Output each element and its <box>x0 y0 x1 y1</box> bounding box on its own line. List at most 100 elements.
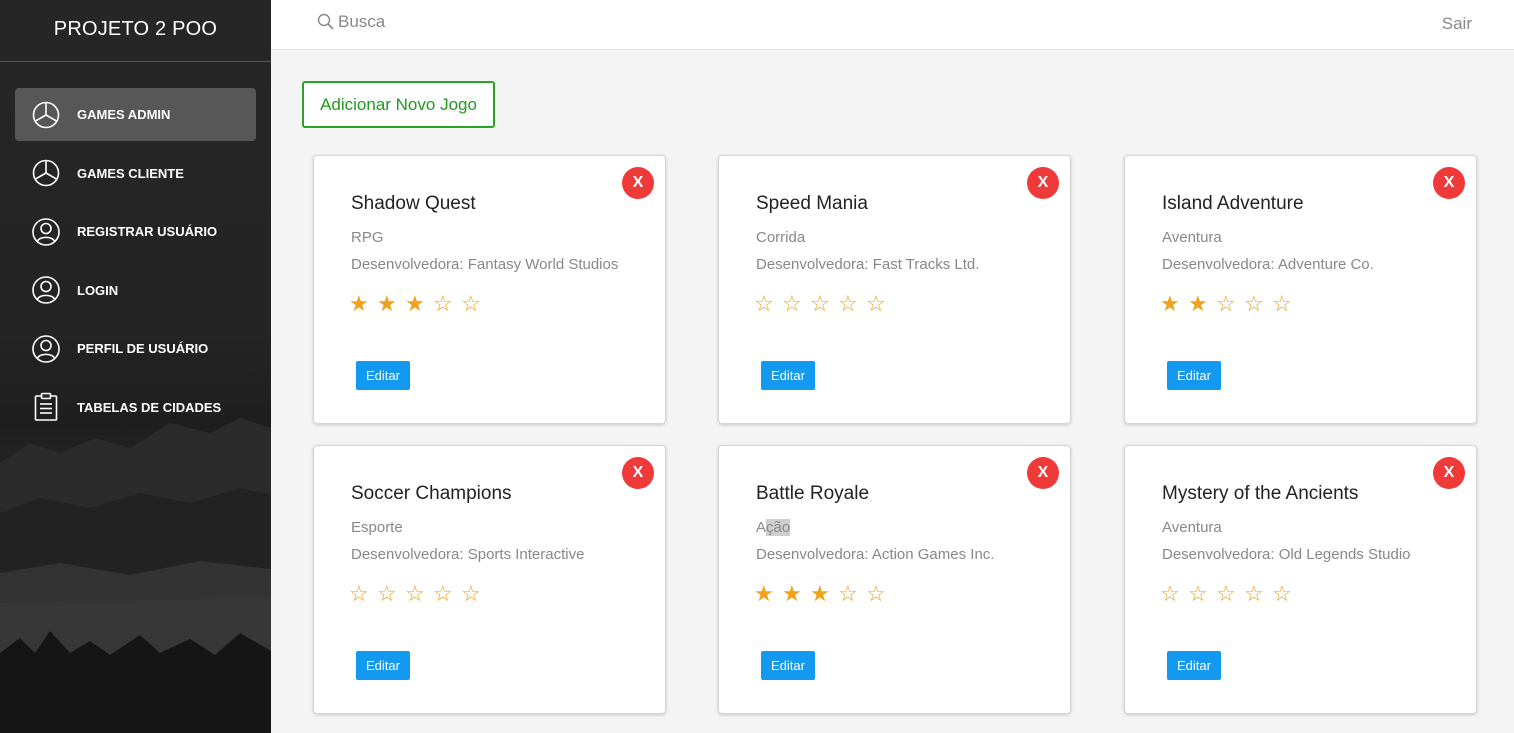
delete-game-button[interactable]: X <box>1433 457 1465 489</box>
star-empty-icon[interactable]: ☆ <box>433 291 461 317</box>
sidebar-item-login[interactable]: LOGIN <box>15 264 256 317</box>
mountain-background-image <box>0 418 271 733</box>
sidebar-item-perfil-usuario[interactable]: PERFIL DE USUÁRIO <box>15 322 256 375</box>
game-genre: Aventura <box>1162 519 1222 536</box>
top-bar: Sair <box>271 0 1514 50</box>
star-empty-icon[interactable]: ☆ <box>866 291 894 317</box>
star-empty-icon[interactable]: ☆ <box>1160 581 1188 607</box>
sidebar-item-games-admin[interactable]: GAMES ADMIN <box>15 88 256 141</box>
star-empty-icon[interactable]: ☆ <box>461 291 489 317</box>
sidebar-item-label: LOGIN <box>77 282 119 298</box>
game-title: Island Adventure <box>1162 193 1304 214</box>
game-developer: Desenvolvedora: Old Legends Studio <box>1162 546 1411 563</box>
star-empty-icon[interactable]: ☆ <box>1272 291 1300 317</box>
logout-link[interactable]: Sair <box>1442 14 1472 34</box>
star-empty-icon[interactable]: ☆ <box>1244 291 1272 317</box>
edit-game-button[interactable]: Editar <box>1167 651 1221 680</box>
star-empty-icon[interactable]: ☆ <box>754 291 782 317</box>
rating-stars: ★ ★ ☆ ☆ ☆ <box>1160 291 1300 317</box>
star-empty-icon[interactable]: ☆ <box>1216 581 1244 607</box>
game-developer: Desenvolvedora: Fast Tracks Ltd. <box>756 256 980 273</box>
selected-text: ção <box>766 519 791 536</box>
search-icon <box>317 13 334 30</box>
delete-game-button[interactable]: X <box>622 457 654 489</box>
pie-chart-icon <box>31 100 61 130</box>
delete-game-button[interactable]: X <box>1027 457 1059 489</box>
star-filled-icon[interactable]: ★ <box>377 291 405 317</box>
sidebar-item-tabelas-cidades[interactable]: TABELAS DE CIDADES <box>15 381 256 434</box>
rating-stars: ★ ★ ★ ☆ ☆ <box>754 581 894 607</box>
rating-stars: ★ ★ ★ ☆ ☆ <box>349 291 489 317</box>
game-title: Speed Mania <box>756 193 868 214</box>
edit-game-button[interactable]: Editar <box>356 361 410 390</box>
star-filled-icon[interactable]: ★ <box>754 581 782 607</box>
star-empty-icon[interactable]: ☆ <box>838 581 866 607</box>
sidebar-item-registrar-usuario[interactable]: REGISTRAR USUÁRIO <box>15 205 256 258</box>
sidebar-item-label: REGISTRAR USUÁRIO <box>77 224 218 239</box>
game-genre: Ação <box>756 519 791 536</box>
game-card: X Island Adventure Aventura Desenvolvedo… <box>1124 155 1477 424</box>
star-empty-icon[interactable]: ☆ <box>1272 581 1300 607</box>
game-card: X Mystery of the Ancients Aventura Desen… <box>1124 445 1477 714</box>
star-empty-icon[interactable]: ☆ <box>866 581 894 607</box>
game-genre: Corrida <box>756 229 806 246</box>
edit-game-button[interactable]: Editar <box>761 361 815 390</box>
star-empty-icon[interactable]: ☆ <box>349 581 377 607</box>
edit-game-button[interactable]: Editar <box>761 651 815 680</box>
search-input[interactable] <box>338 12 538 32</box>
game-title: Soccer Champions <box>351 483 512 504</box>
star-empty-icon[interactable]: ☆ <box>810 291 838 317</box>
sidebar-nav: GAMES ADMIN GAMES CLIENTE REGISTRAR USUÁ… <box>0 62 271 434</box>
star-empty-icon[interactable]: ☆ <box>1188 581 1216 607</box>
game-title: Battle Royale <box>756 483 870 504</box>
sidebar-item-games-cliente[interactable]: GAMES CLIENTE <box>15 147 256 200</box>
game-developer: Desenvolvedora: Fantasy World Studios <box>351 256 619 273</box>
star-filled-icon[interactable]: ★ <box>405 291 433 317</box>
game-developer: Desenvolvedora: Sports Interactive <box>351 546 585 563</box>
delete-game-button[interactable]: X <box>1433 167 1465 199</box>
star-filled-icon[interactable]: ★ <box>782 581 810 607</box>
star-empty-icon[interactable]: ☆ <box>405 581 433 607</box>
rating-stars: ☆ ☆ ☆ ☆ ☆ <box>1160 581 1300 607</box>
clipboard-icon <box>31 392 61 422</box>
add-game-button[interactable]: Adicionar Novo Jogo <box>302 81 495 128</box>
star-filled-icon[interactable]: ★ <box>810 581 838 607</box>
game-title: Shadow Quest <box>351 193 476 214</box>
star-filled-icon[interactable]: ★ <box>1160 291 1188 317</box>
sidebar-item-label: GAMES ADMIN <box>77 107 171 122</box>
rating-stars: ☆ ☆ ☆ ☆ ☆ <box>349 581 489 607</box>
delete-game-button[interactable]: X <box>622 167 654 199</box>
user-circle-icon <box>31 275 61 305</box>
game-title: Mystery of the Ancients <box>1162 483 1359 504</box>
edit-game-button[interactable]: Editar <box>356 651 410 680</box>
delete-game-button[interactable]: X <box>1027 167 1059 199</box>
search-box <box>317 12 538 32</box>
sidebar-item-label: GAMES CLIENTE <box>77 165 184 181</box>
star-empty-icon[interactable]: ☆ <box>1244 581 1272 607</box>
genre-prefix: A <box>756 519 767 536</box>
game-card: X Battle Royale Ação Desenvolvedora: Act… <box>718 445 1071 714</box>
pie-chart-icon <box>31 158 61 188</box>
game-genre: RPG <box>351 229 384 246</box>
star-empty-icon[interactable]: ☆ <box>838 291 866 317</box>
game-card: X Soccer Champions Esporte Desenvolvedor… <box>313 445 666 714</box>
star-empty-icon[interactable]: ☆ <box>782 291 810 317</box>
star-empty-icon[interactable]: ☆ <box>461 581 489 607</box>
game-genre: Esporte <box>351 519 403 536</box>
star-filled-icon[interactable]: ★ <box>349 291 377 317</box>
game-developer: Desenvolvedora: Adventure Co. <box>1162 256 1374 273</box>
game-card: X Speed Mania Corrida Desenvolvedora: Fa… <box>718 155 1071 424</box>
star-filled-icon[interactable]: ★ <box>1188 291 1216 317</box>
user-circle-icon <box>31 217 61 247</box>
game-genre: Aventura <box>1162 229 1222 246</box>
star-empty-icon[interactable]: ☆ <box>377 581 405 607</box>
game-developer: Desenvolvedora: Action Games Inc. <box>756 546 995 563</box>
sidebar-item-label: PERFIL DE USUÁRIO <box>77 341 209 356</box>
star-empty-icon[interactable]: ☆ <box>433 581 461 607</box>
star-empty-icon[interactable]: ☆ <box>1216 291 1244 317</box>
edit-game-button[interactable]: Editar <box>1167 361 1221 390</box>
user-circle-icon <box>31 334 61 364</box>
rating-stars: ☆ ☆ ☆ ☆ ☆ <box>754 291 894 317</box>
brand-title: PROJETO 2 POO <box>0 0 271 62</box>
sidebar: PROJETO 2 POO GAMES ADMIN GAMES CLIENTE … <box>0 0 271 733</box>
